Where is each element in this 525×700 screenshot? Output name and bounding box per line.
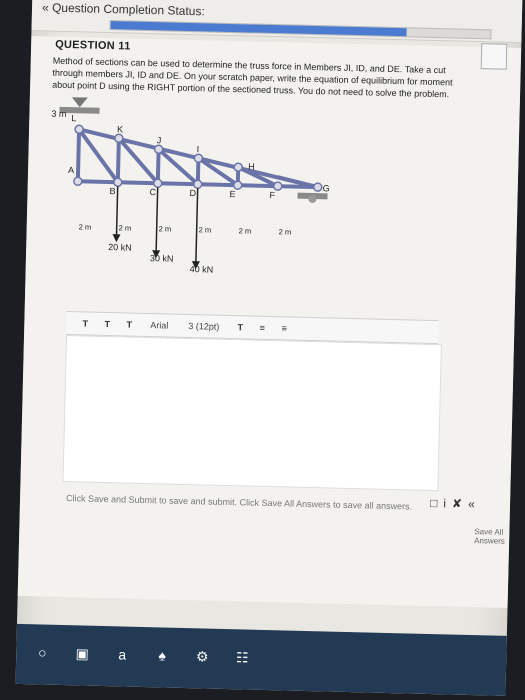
photo-stage: « Question Completion Status: QUESTION 1… bbox=[0, 0, 525, 700]
font-select[interactable]: Arial bbox=[144, 320, 174, 331]
node-label-E: E bbox=[229, 189, 235, 199]
node-label-F: F bbox=[269, 190, 275, 200]
node-label-J: J bbox=[157, 135, 162, 145]
text-format-button[interactable]: T bbox=[233, 322, 247, 332]
support-pin-icon bbox=[71, 97, 88, 108]
node-label-G: G bbox=[323, 183, 330, 193]
question-title: QUESTION 11 bbox=[55, 38, 131, 53]
spacing-labels: 2 m 2 m 2 m 2 m 2 m 2 m bbox=[79, 222, 292, 236]
spacing-label-2: 2 m bbox=[119, 223, 132, 232]
node-label-I: I bbox=[197, 144, 200, 154]
editor-bottom-tools: □ i ✘ « bbox=[430, 496, 475, 511]
start-icon[interactable]: ○ bbox=[28, 638, 57, 667]
spacing-label-6: 2 m bbox=[279, 227, 292, 236]
underline-button[interactable]: T bbox=[122, 319, 136, 330]
truss-diagram: 3 m L K J I H A B C D E F G 2 m 2 m 2 m … bbox=[51, 97, 330, 275]
node-label-D: D bbox=[189, 188, 196, 198]
completion-progress-bar bbox=[109, 20, 492, 40]
collapse-icon[interactable]: « bbox=[468, 497, 475, 511]
close-icon[interactable]: ✘ bbox=[452, 497, 462, 511]
numbered-list-button[interactable]: ≡ bbox=[277, 323, 291, 333]
app-icon-5[interactable]: ☷ bbox=[228, 643, 257, 672]
node-label-H: H bbox=[248, 161, 255, 171]
spacing-label-4: 2 m bbox=[199, 225, 212, 234]
browser-screen: « Question Completion Status: QUESTION 1… bbox=[15, 0, 523, 696]
app-icon-3[interactable]: ♠ bbox=[148, 641, 177, 670]
load-label-3: 40 kN bbox=[190, 264, 214, 275]
node-label-B: B bbox=[109, 186, 115, 196]
spacing-label-3: 2 m bbox=[159, 224, 172, 233]
app-icon-1[interactable]: ▣ bbox=[68, 639, 97, 668]
height-label: 3 m bbox=[51, 109, 66, 119]
spacing-label-1: 2 m bbox=[79, 222, 92, 231]
font-size-select[interactable]: 3 (12pt) bbox=[182, 321, 225, 332]
question-completion-status[interactable]: « Question Completion Status: bbox=[42, 0, 205, 18]
node-label-A: A bbox=[68, 165, 74, 175]
node-label-L: L bbox=[71, 113, 76, 123]
spacing-label-5: 2 m bbox=[239, 226, 252, 235]
bullet-list-button[interactable]: ≡ bbox=[255, 323, 269, 333]
app-icon-2[interactable]: a bbox=[108, 640, 137, 669]
save-all-answers-button[interactable]: Save All Answers bbox=[474, 527, 509, 546]
top-bar: « Question Completion Status: bbox=[31, 0, 523, 44]
info-icon[interactable]: i bbox=[443, 496, 446, 510]
node-label-K: K bbox=[117, 124, 123, 134]
square-icon[interactable]: □ bbox=[430, 496, 438, 510]
load-label-1: 20 kN bbox=[108, 242, 132, 253]
italic-button[interactable]: T bbox=[100, 319, 114, 329]
question-side-button[interactable] bbox=[480, 43, 508, 70]
progress-fill bbox=[110, 21, 408, 37]
load-label-2: 30 kN bbox=[150, 253, 174, 264]
app-icon-4[interactable]: ⚙ bbox=[188, 642, 217, 671]
node-label-C: C bbox=[149, 187, 156, 197]
taskbar: ○ ▣ a ♠ ⚙ ☷ bbox=[15, 623, 507, 696]
bold-button[interactable]: T bbox=[78, 318, 92, 328]
answer-editor[interactable] bbox=[62, 335, 442, 492]
